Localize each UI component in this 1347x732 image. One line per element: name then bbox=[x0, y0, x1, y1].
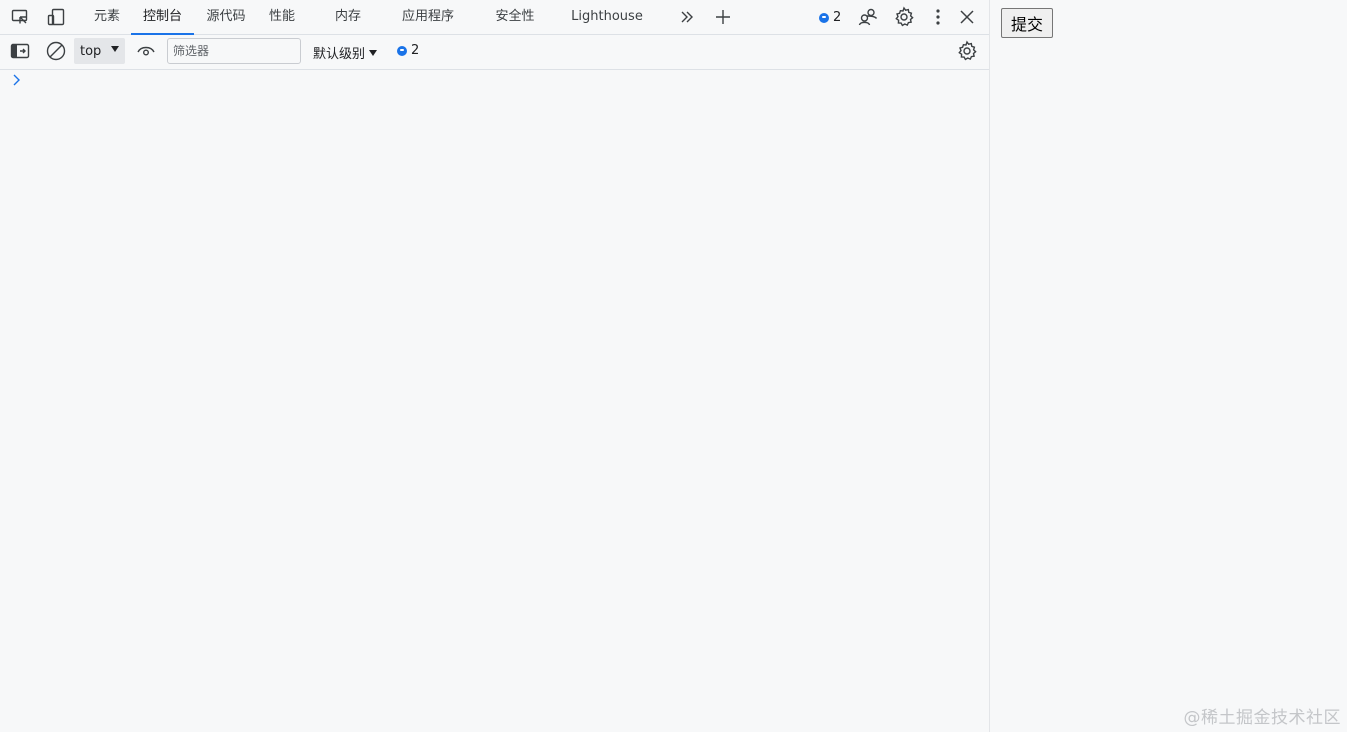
tab-performance[interactable]: 性能 bbox=[260, 0, 304, 34]
tab-console[interactable]: 控制台 bbox=[131, 0, 194, 35]
close-icon[interactable] bbox=[955, 5, 979, 29]
message-icon bbox=[397, 45, 407, 56]
clear-console-icon[interactable] bbox=[44, 39, 68, 63]
more-tabs-icon[interactable] bbox=[675, 5, 699, 29]
console-issues-count: 2 bbox=[411, 43, 420, 58]
console-issues-badge[interactable]: 2 bbox=[397, 43, 419, 58]
context-label: top bbox=[80, 43, 102, 59]
tab-sources[interactable]: 源代码 bbox=[198, 0, 254, 34]
console-settings-icon[interactable] bbox=[955, 39, 979, 63]
log-levels-label: 默认级别 bbox=[313, 47, 366, 62]
add-tab-icon[interactable] bbox=[711, 5, 735, 29]
device-toolbar-icon[interactable] bbox=[44, 5, 68, 29]
sidebar-toggle-icon[interactable] bbox=[8, 39, 32, 63]
issues-count: 2 bbox=[833, 10, 842, 25]
tab-application[interactable]: 应用程序 bbox=[392, 0, 464, 34]
devtools-tabbar: 元素 控制台 源代码 性能 内存 应用程序 安全性 Lighthouse 2 bbox=[0, 0, 989, 35]
filter-input[interactable] bbox=[167, 38, 301, 64]
devtools-panel: 元素 控制台 源代码 性能 内存 应用程序 安全性 Lighthouse 2 t… bbox=[0, 0, 990, 732]
tab-elements[interactable]: 元素 bbox=[87, 0, 127, 34]
issues-badge[interactable]: 2 bbox=[819, 10, 841, 25]
tab-lighthouse[interactable]: Lighthouse bbox=[567, 0, 647, 34]
settings-icon[interactable] bbox=[892, 5, 916, 29]
log-levels-dropdown[interactable]: 默认级别 bbox=[313, 43, 378, 62]
message-icon bbox=[819, 12, 829, 23]
console-prompt-chevron-icon[interactable] bbox=[12, 73, 24, 87]
tab-memory[interactable]: 内存 bbox=[326, 0, 370, 34]
chevron-down-icon bbox=[111, 46, 119, 52]
more-options-icon[interactable] bbox=[926, 5, 950, 29]
tab-security[interactable]: 安全性 bbox=[485, 0, 545, 34]
customize-icon[interactable] bbox=[856, 5, 880, 29]
live-expression-eye-icon[interactable] bbox=[134, 39, 158, 63]
console-toolbar: top 默认级别 2 bbox=[0, 35, 989, 70]
inspect-element-icon[interactable] bbox=[8, 5, 32, 29]
watermark: @稀土掘金技术社区 bbox=[1183, 708, 1341, 728]
submit-button[interactable]: 提交 bbox=[1001, 8, 1053, 38]
chevron-down-icon bbox=[369, 50, 378, 56]
context-selector[interactable]: top bbox=[74, 38, 125, 64]
